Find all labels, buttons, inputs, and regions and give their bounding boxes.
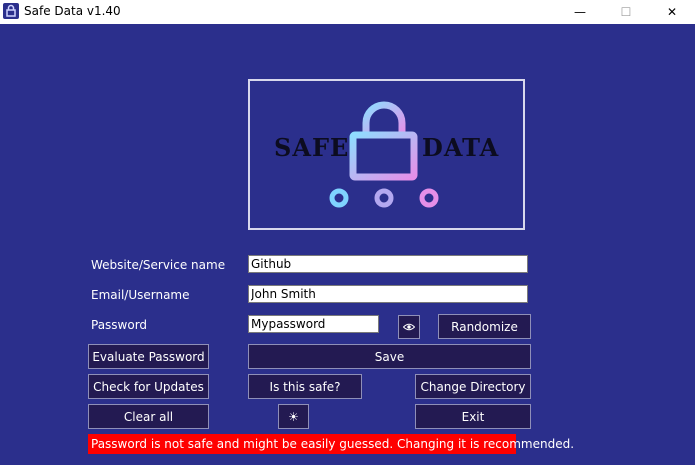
- lock-network-icon: [329, 101, 439, 208]
- window-title: Safe Data v1.40: [24, 4, 121, 18]
- maximize-button[interactable]: ☐: [603, 0, 649, 24]
- randomize-button[interactable]: Randomize: [438, 314, 531, 339]
- email-input[interactable]: [248, 285, 528, 303]
- website-input[interactable]: [248, 255, 528, 273]
- evaluate-password-button[interactable]: Evaluate Password: [88, 344, 209, 369]
- title-bar: Safe Data v1.40 — ☐ ✕: [0, 0, 695, 24]
- theme-toggle-button[interactable]: ☀: [278, 404, 309, 429]
- change-directory-button[interactable]: Change Directory: [415, 374, 531, 399]
- password-label: Password: [91, 318, 148, 332]
- logo: SAFE DATA: [248, 79, 525, 230]
- clear-all-button[interactable]: Clear all: [88, 404, 209, 429]
- show-password-button[interactable]: [398, 315, 420, 339]
- eye-icon: [403, 323, 415, 331]
- status-message: Password is not safe and might be easily…: [88, 434, 574, 454]
- lock-icon: [3, 3, 19, 19]
- minimize-button[interactable]: —: [557, 0, 603, 24]
- website-label: Website/Service name: [91, 258, 226, 272]
- password-input[interactable]: [248, 315, 379, 333]
- is-safe-button[interactable]: Is this safe?: [248, 374, 362, 399]
- check-updates-button[interactable]: Check for Updates: [88, 374, 209, 399]
- sun-icon: ☀: [288, 409, 299, 424]
- save-button[interactable]: Save: [248, 344, 531, 369]
- close-button[interactable]: ✕: [649, 0, 695, 24]
- app-window: Safe Data v1.40 — ☐ ✕ SAFE DATA Website/…: [0, 0, 695, 465]
- exit-button[interactable]: Exit: [415, 404, 531, 429]
- email-label: Email/Username: [91, 288, 190, 302]
